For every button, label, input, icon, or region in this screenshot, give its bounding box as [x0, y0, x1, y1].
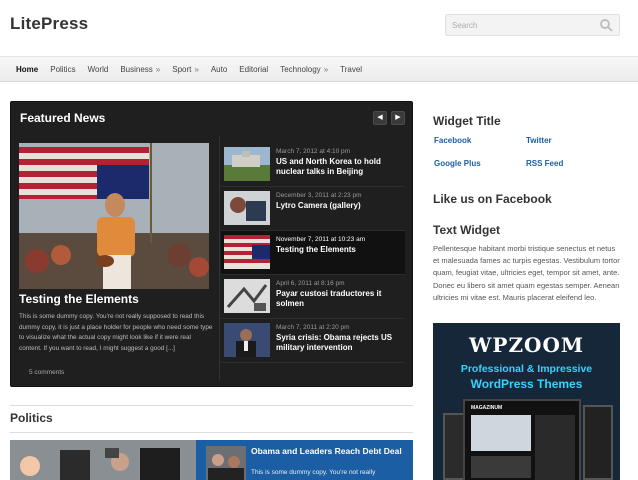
featured-list-item[interactable]: December 3, 2011 at 2:23 pm Lytro Camera… [221, 187, 405, 231]
thumbnail [224, 279, 270, 313]
site-title[interactable]: LitePress [10, 14, 88, 34]
nav-item-travel[interactable]: Travel [334, 65, 368, 74]
ad-screenshot: MAGAZINUM [463, 399, 581, 480]
politics-lead-title[interactable]: Obama and Leaders Reach Debt Deal [251, 446, 406, 457]
nav-label: Travel [340, 64, 363, 74]
dropdown-arrow-icon: » [155, 64, 161, 74]
politics-lead-image[interactable] [10, 440, 196, 480]
featured-main-excerpt: This is some dummy copy. You're not real… [19, 313, 213, 353]
nav-item-home[interactable]: Home [10, 65, 44, 74]
politics-lead-box: Obama and Leaders Reach Debt Deal This i… [196, 440, 413, 480]
featured-list: March 7, 2012 at 4:10 pm US and North Ko… [221, 143, 405, 363]
nav-item-business[interactable]: Business» [114, 65, 166, 74]
nav-item-world[interactable]: World [82, 65, 115, 74]
item-date: April 6, 2011 at 8:16 pm [276, 280, 345, 287]
ad-screenshot [583, 405, 613, 480]
nav-label: Technology [280, 64, 321, 74]
text-widget-body: Pellentesque habitant morbi tristique se… [433, 244, 620, 302]
ad-tagline: Professional & Impressive [460, 363, 593, 375]
nav-label: Auto [210, 64, 228, 74]
nav-label: Editorial [239, 64, 269, 74]
featured-list-item[interactable]: March 7, 2012 at 4:10 pm US and North Ko… [221, 143, 405, 187]
nav-item-sport[interactable]: Sport» [166, 65, 205, 74]
politics-lead-excerpt: This is some dummy copy. You're not real… [251, 469, 376, 476]
featured-main-image[interactable] [19, 143, 209, 289]
item-title[interactable]: US and North Korea to hold nuclear talks… [276, 157, 401, 177]
item-date: March 7, 2012 at 4:10 pm [276, 148, 351, 155]
nav-item-editorial[interactable]: Editorial [233, 65, 274, 74]
item-date: March 7, 2011 at 2:20 pm [276, 324, 350, 331]
dropdown-arrow-icon: » [323, 64, 329, 74]
divider [10, 432, 413, 433]
featured-list-item[interactable]: March 7, 2011 at 2:20 pm Syria crisis: O… [221, 319, 405, 363]
featured-slider: Featured News ◀ ▶ Testing the Elements T… [10, 101, 413, 387]
thumbnail [224, 147, 270, 181]
dropdown-arrow-icon: » [194, 64, 199, 74]
ad-tagline: WordPress Themes [470, 377, 583, 391]
item-date: December 3, 2011 at 2:23 pm [276, 192, 362, 199]
section-title-politics[interactable]: Politics [10, 411, 53, 425]
twitter-link[interactable]: Twitter [526, 136, 552, 145]
search-box[interactable] [445, 14, 620, 36]
widget-title: Widget Title [433, 114, 501, 128]
slider-prev-button[interactable]: ◀ [373, 111, 387, 125]
nav-label: Politics [50, 64, 76, 74]
nav-item-technology[interactable]: Technology» [274, 65, 334, 74]
nav-label: Sport [172, 64, 192, 74]
thumbnail [224, 235, 270, 269]
slider-next-button[interactable]: ▶ [391, 111, 405, 125]
item-date: November 7, 2011 at 10:23 am [276, 236, 366, 243]
google-plus-link[interactable]: Google Plus [434, 159, 481, 168]
divider [219, 136, 220, 380]
ad-brand-logo: WPZOOM [468, 333, 585, 357]
nav-label: Home [16, 64, 39, 74]
ad-screen-row [471, 456, 531, 478]
main-nav: Home Politics World Business» Sport» Aut… [0, 56, 638, 82]
nav-label: World [87, 64, 109, 74]
ad-screen-column [535, 415, 575, 480]
thumbnail [206, 446, 246, 480]
thumbnail [224, 323, 270, 357]
nav-item-politics[interactable]: Politics [44, 65, 81, 74]
item-title[interactable]: Payar custosi traductores it solmen [276, 289, 401, 309]
ad-screen-label: MAGAZINUM [471, 405, 503, 411]
facebook-widget-title: Like us on Facebook [433, 192, 552, 206]
featured-title: Featured News [20, 111, 106, 125]
wpzoom-ad-banner[interactable]: WPZOOM Professional & Impressive WordPre… [433, 323, 620, 480]
divider [10, 405, 413, 406]
facebook-link[interactable]: Facebook [434, 136, 471, 145]
featured-main-title[interactable]: Testing the Elements [19, 292, 139, 306]
nav-item-auto[interactable]: Auto [205, 65, 233, 74]
item-title[interactable]: Syria crisis: Obama rejects US military … [276, 333, 401, 353]
featured-list-item-active[interactable]: November 7, 2011 at 10:23 am Testing the… [221, 231, 405, 275]
item-title[interactable]: Testing the Elements [276, 245, 401, 255]
thumbnail [224, 191, 270, 225]
rss-feed-link[interactable]: RSS Feed [526, 159, 563, 168]
comments-link[interactable]: 5 comments [29, 369, 64, 376]
text-widget-title: Text Widget [433, 223, 501, 237]
item-title[interactable]: Lytro Camera (gallery) [276, 201, 401, 211]
nav-label: Business [120, 64, 153, 74]
featured-list-item[interactable]: April 6, 2011 at 8:16 pm Payar custosi t… [221, 275, 405, 319]
ad-screen-image [471, 415, 531, 451]
search-input[interactable] [446, 15, 596, 36]
ad-screenshot [443, 413, 465, 480]
search-icon[interactable] [599, 18, 613, 32]
